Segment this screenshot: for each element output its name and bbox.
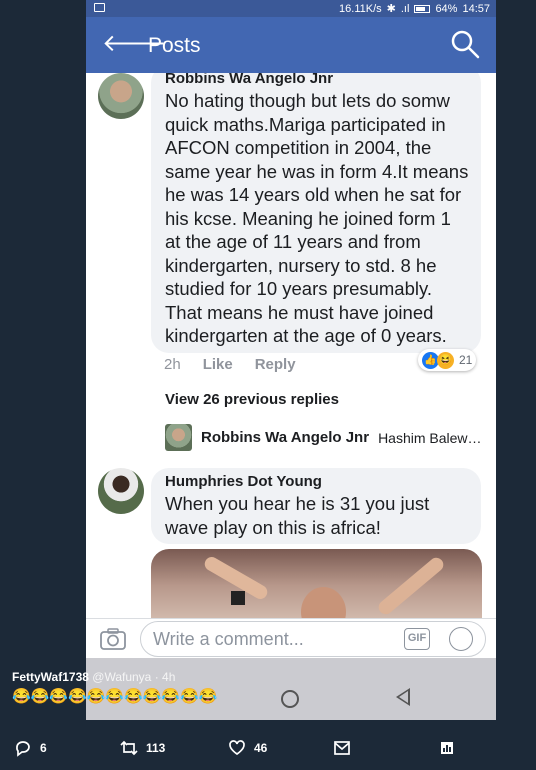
like-action[interactable]: 46	[228, 739, 267, 757]
battery-icon	[414, 4, 431, 13]
phone-screenshot: 16.11K/s ✱ .ıl 64% 14:57 🡐 Posts Robbins…	[86, 0, 496, 720]
tweet-actions: 6 113 46	[0, 730, 536, 770]
comment-text: When you hear he is 31 you just wave pla…	[165, 493, 430, 538]
search-icon[interactable]	[450, 29, 480, 59]
comment-bubble: Robbins Wa Angelo Jnr No hating though b…	[151, 73, 481, 353]
avatar[interactable]	[98, 468, 144, 514]
home-button[interactable]	[281, 690, 299, 708]
signal-icon: .ıl	[400, 2, 410, 15]
comments-list: Robbins Wa Angelo Jnr No hating though b…	[86, 73, 496, 618]
network-speed: 16.11K/s	[339, 2, 382, 15]
reply-author: Robbins Wa Angelo Jnr	[201, 429, 370, 446]
app-bar: 🡐 Posts	[86, 17, 496, 73]
retweet-icon	[120, 740, 138, 756]
status-bar: 16.11K/s ✱ .ıl 64% 14:57	[86, 0, 496, 17]
photo-arm	[375, 554, 447, 618]
mail-icon	[334, 741, 350, 755]
page-title: Posts	[148, 34, 201, 57]
heart-icon	[229, 740, 245, 756]
like-count: 46	[254, 741, 268, 755]
tweet-handle: @Wafunya	[92, 670, 152, 684]
tweet-author[interactable]: FettyWaf1738 @Wafunya · 4h	[12, 670, 175, 684]
reaction-count: 21	[459, 353, 473, 367]
like-button[interactable]: Like	[203, 356, 233, 373]
comment-photo[interactable]	[151, 549, 482, 618]
retweet-count: 113	[146, 741, 166, 755]
photo-head	[301, 587, 346, 618]
battery-level: 64%	[435, 2, 458, 15]
comment-bubble: Humphries Dot Young When you hear he is …	[151, 468, 481, 544]
nav-back-icon[interactable]	[396, 688, 410, 706]
gif-icon[interactable]: GIF	[404, 628, 430, 650]
comment-text: No hating though but lets do somw quick …	[165, 90, 469, 346]
comment-meta: 2h Like Reply	[164, 356, 296, 373]
comment-input[interactable]: Write a comment...	[140, 621, 486, 657]
reply-icon	[16, 741, 30, 757]
tweet-age: · 4h	[154, 670, 176, 684]
reply-button[interactable]: Reply	[255, 356, 296, 373]
reply-action[interactable]: 6	[14, 739, 47, 757]
analytics-action[interactable]	[438, 739, 456, 757]
tweet-text: 😂😂😂😂😂😂😂😂😂😂😂	[12, 688, 218, 705]
reaction-summary[interactable]: 👍 😆 21	[418, 349, 477, 371]
latest-reply-preview[interactable]: Robbins Wa Angelo Jnr Hashim Balew…	[165, 424, 482, 451]
view-previous-replies-link[interactable]: View 26 previous replies	[165, 391, 339, 408]
reply-avatar	[165, 424, 192, 451]
tweet-author-name: FettyWaf1738	[12, 670, 89, 684]
haha-reaction-icon: 😆	[437, 351, 454, 369]
bluetooth-icon: ✱	[386, 3, 396, 15]
comment-time: 2h	[164, 356, 181, 373]
cast-icon	[94, 3, 105, 12]
camera-icon[interactable]	[100, 628, 126, 650]
photo-wristband	[231, 591, 245, 605]
smiley-icon[interactable]	[449, 627, 473, 651]
reply-preview-text: Hashim Balew…	[378, 429, 482, 446]
comment-author[interactable]: Humphries Dot Young	[165, 472, 469, 492]
reply-count: 6	[40, 741, 47, 755]
message-action[interactable]	[333, 739, 351, 757]
comment-composer: Write a comment... GIF	[86, 618, 496, 658]
retweet-action[interactable]: 113	[120, 739, 165, 757]
analytics-icon	[441, 742, 453, 754]
comment-author[interactable]: Robbins Wa Angelo Jnr	[165, 73, 469, 89]
avatar[interactable]	[98, 73, 144, 119]
clock: 14:57	[462, 2, 490, 15]
